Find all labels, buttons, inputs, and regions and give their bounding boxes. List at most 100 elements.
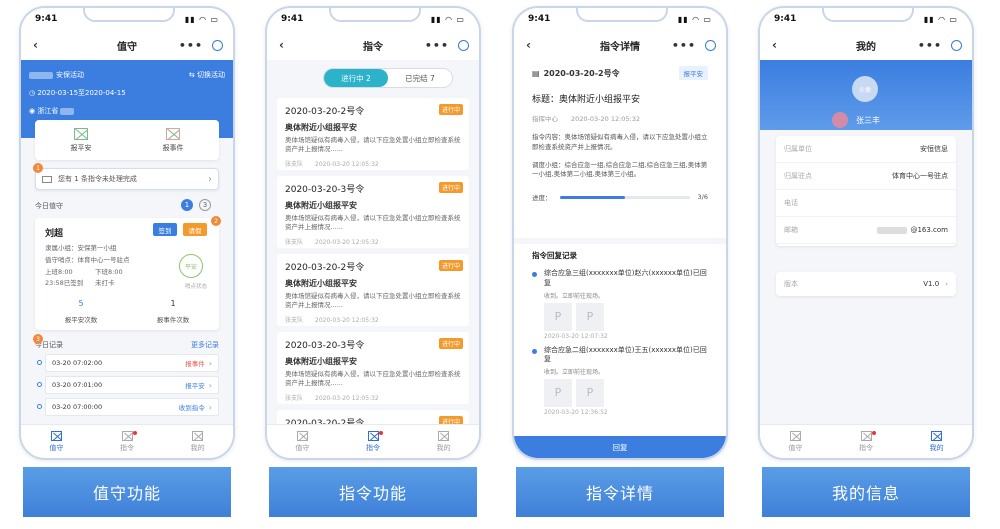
order-card[interactable]: 2020-03-20-3号令 进行中 奥体附近小组报平安 奥体场馆疑似有病毒入侵，请… [277, 176, 469, 248]
page-title: 值守 [117, 41, 137, 53]
status-badge: 进行中 [438, 182, 463, 193]
annotation-badge: 2 [211, 216, 221, 226]
caption-command: 指令功能 [269, 467, 477, 517]
info-row: 邮箱 @163.com [776, 217, 956, 244]
command-content: 指令内容：奥体场馆疑似有病毒入侵，请以下应急处置小组立即检查系统资产并上报情况。 [532, 133, 708, 151]
order-card[interactable]: 2020-03-20-3号令 进行中 奥体附近小组报平安 奥体场馆疑似有病毒入侵，请… [277, 332, 469, 404]
page-title: 指令 [363, 41, 383, 53]
order-card[interactable]: 2020-03-20-2号令 进行中 奥体附近小组报平安 奥体场馆疑似有病毒入侵，请… [277, 98, 469, 170]
command-icon [121, 430, 133, 441]
page-title: 我的 [856, 41, 876, 53]
tab-mine[interactable]: 我的 [162, 425, 233, 458]
phone-command-detail: 9:41 ▮▮ ◠ ▭ ‹ 指令详情 ••• ▤ 2020-03-20-2号令 报平… [512, 6, 728, 460]
info-row: 归属单位 安恒信息 [776, 136, 956, 163]
back-icon[interactable]: ‹ [526, 38, 531, 52]
record-row[interactable]: 03-20 07:02:00 报事件 › [45, 354, 219, 372]
location: ◉ 浙江省 [29, 106, 77, 116]
page-title: 指令详情 [600, 41, 640, 53]
order-card[interactable]: 2020-03-20-2号令 进行中 奥体附近小组报平安 奥体场馆疑似有病毒入侵，请… [277, 254, 469, 326]
profile-icon [438, 430, 450, 441]
chevron-right-icon: › [208, 380, 212, 390]
report-event-button[interactable]: 报事件 [127, 120, 219, 160]
document-icon: ▤ [532, 68, 540, 78]
status-time: 9:41 [528, 14, 551, 24]
photo-placeholder[interactable]: P [576, 302, 604, 331]
timeline-dot [37, 382, 42, 387]
tab-command[interactable]: 指令 [92, 425, 163, 458]
post-status-ring: 平安 [179, 254, 203, 278]
post-status-label: 哨点状态 [184, 284, 207, 290]
tab-finished[interactable]: 已完结 7 [388, 69, 452, 87]
more-icon[interactable]: ••• [918, 39, 942, 52]
back-icon[interactable]: ‹ [279, 38, 284, 52]
leave-button[interactable]: 请假 [183, 223, 207, 236]
close-circle-icon[interactable] [705, 39, 716, 51]
close-circle-icon[interactable] [951, 39, 962, 51]
status-badge: 进行中 [438, 338, 463, 349]
avatar[interactable]: 头像 [852, 76, 878, 102]
tab-command[interactable]: 指令 [831, 425, 902, 458]
image-icon [74, 127, 88, 140]
back-icon[interactable]: ‹ [772, 38, 777, 52]
status-time: 9:41 [774, 14, 797, 24]
back-icon[interactable]: ‹ [33, 38, 38, 52]
more-records-link[interactable]: 更多记录 [191, 340, 219, 350]
tab-mine[interactable]: 我的 [408, 425, 479, 458]
version-row[interactable]: 版本 V1.0 › [776, 272, 956, 296]
tab-bar: 值守 指令 我的 [760, 424, 972, 458]
command-icon [860, 430, 872, 441]
avatar-small [832, 112, 848, 128]
photo-placeholder[interactable]: P [544, 302, 572, 331]
close-circle-icon[interactable] [458, 39, 469, 51]
profile-icon [931, 430, 943, 441]
phone-duty: 9:41 ▮▮ ◠ ▭ ‹ 值守 ••• 安保活动 ⇆ 切换活动 ◷ 2020-… [19, 6, 235, 460]
sign-in-button[interactable]: 签到 [153, 223, 177, 236]
pending-notice[interactable]: 您有 1 条指令未处理完成 › [35, 168, 219, 190]
tab-duty[interactable]: 值守 [21, 425, 92, 458]
phone-commands: 9:41 ▮▮ ◠ ▭ ‹ 指令 ••• 进行中 2 已完结 7 2020-03… [265, 6, 481, 460]
page-1[interactable]: 1 [181, 199, 193, 211]
tab-bar: 值守 指令 我的 [267, 424, 479, 458]
duty-icon [789, 430, 801, 441]
signal-icon: ▮▮ ◠ ▭ [677, 14, 712, 24]
tab-in-progress[interactable]: 进行中 2 [324, 69, 388, 87]
duty-icon [50, 430, 62, 441]
tab-bar: 值守 指令 我的 [21, 424, 233, 458]
photo-placeholder[interactable]: P [576, 379, 604, 408]
close-circle-icon[interactable] [212, 39, 223, 51]
switch-activity-button[interactable]: ⇆ 切换活动 [189, 70, 225, 80]
photo-placeholder[interactable]: P [544, 379, 572, 408]
status-badge: 进行中 [438, 260, 463, 271]
more-icon[interactable]: ••• [672, 39, 696, 52]
info-row: 归属驻点 体育中心一号驻点 [776, 163, 956, 190]
caption-my-info: 我的信息 [762, 467, 970, 517]
reply-records: 指令回复记录 综合应急三组(xxxxxxx单位)赵六(xxxxxx单位)已回复 … [514, 244, 726, 458]
progress-bar [559, 195, 690, 199]
activity-name: 安保活动 [56, 71, 84, 79]
tab-command[interactable]: 指令 [338, 425, 409, 458]
reply-title: 指令回复记录 [532, 251, 577, 260]
chevron-right-icon: › [208, 173, 212, 185]
status-badge: 进行中 [438, 104, 463, 115]
caption-duty: 值守功能 [23, 467, 231, 517]
duty-icon [296, 430, 308, 441]
info-row: 电话 [776, 190, 956, 217]
more-icon[interactable]: ••• [425, 39, 449, 52]
order-number: 2020-03-20-2号令 [543, 68, 620, 78]
record-row[interactable]: 03-20 07:01:00 报平安 › [45, 376, 219, 394]
command-icon [367, 430, 379, 441]
report-safe-button[interactable]: 报平安 [35, 120, 127, 160]
record-row[interactable]: 03-20 07:00:00 收到指令 › [45, 398, 219, 416]
tab-duty[interactable]: 值守 [760, 425, 831, 458]
reply-button[interactable]: 回复 [514, 436, 726, 458]
more-icon[interactable]: ••• [179, 39, 203, 52]
event-count: 1 报事件次数 [156, 299, 190, 324]
tab-mine[interactable]: 我的 [901, 425, 972, 458]
status-time: 9:41 [35, 14, 58, 24]
caption-command-detail: 指令详情 [516, 467, 724, 517]
duty-card: 刘超 签到 请假 2 隶属小组：安保第一小组 值守哨点：体育中心一号驻点 上班8… [35, 216, 221, 330]
tab-duty[interactable]: 值守 [267, 425, 338, 458]
status-segment: 进行中 2 已完结 7 [323, 68, 453, 88]
command-title: 标题：奥体附近小组报平安 [532, 95, 641, 105]
page-3[interactable]: 3 [199, 199, 211, 211]
